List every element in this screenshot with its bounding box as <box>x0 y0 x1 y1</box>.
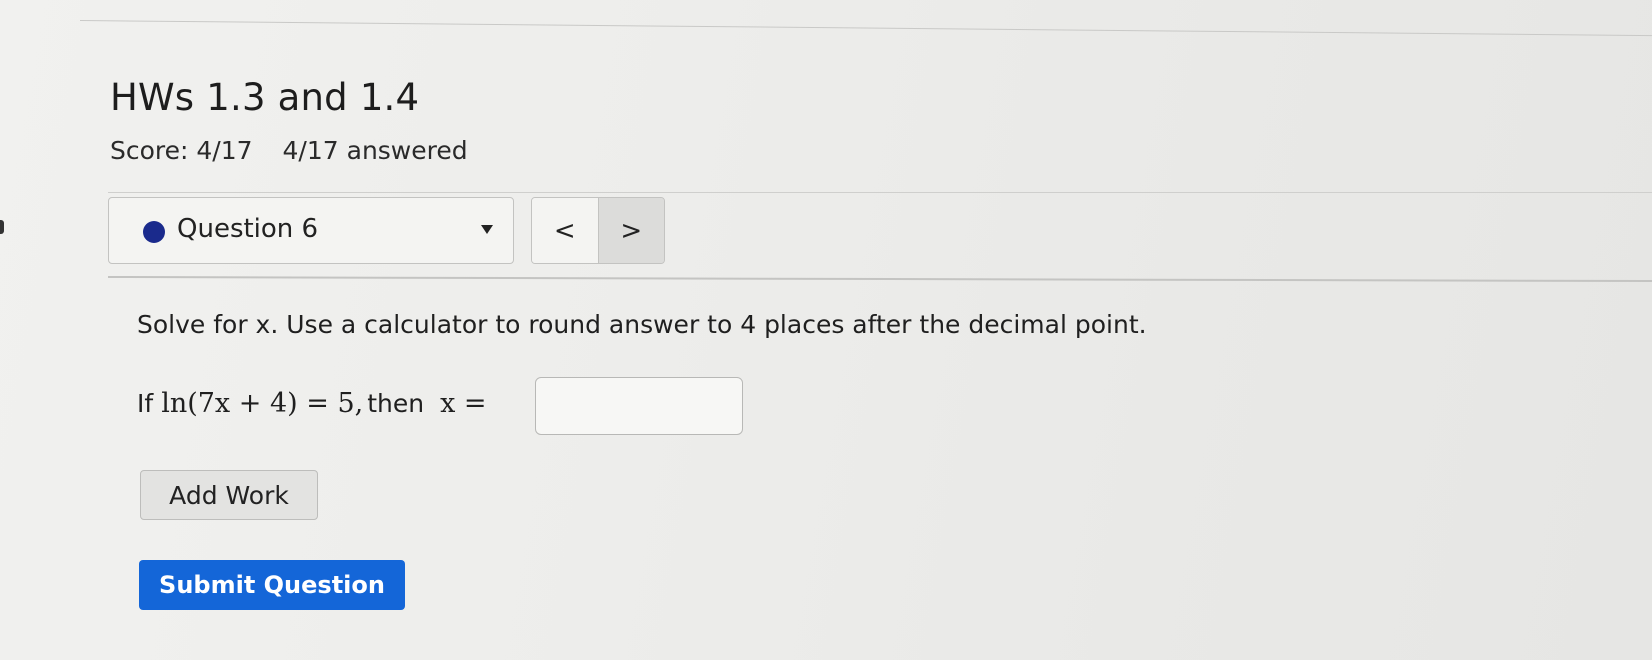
equation-math: ln(7x + 4) = 5, <box>161 388 364 419</box>
nav-divider-bottom <box>107 276 1652 283</box>
next-question-button[interactable]: > <box>598 198 664 263</box>
homework-page: HWs 1.3 and 1.4 Score: 4/17 4/17 answered… <box>0 0 1652 660</box>
chevron-left-icon: < <box>553 215 576 246</box>
nav-divider-top <box>108 192 1652 193</box>
question-pager: < > <box>531 197 665 264</box>
question-dropdown-label: Question 6 <box>177 214 319 244</box>
submit-question-button[interactable]: Submit Question <box>139 560 405 610</box>
score-summary: Score: 4/17 4/17 answered <box>110 136 468 165</box>
previous-question-button[interactable]: < <box>532 198 599 263</box>
add-work-button[interactable]: Add Work <box>140 470 318 520</box>
if-text: If <box>137 389 154 418</box>
then-text: then <box>367 389 425 418</box>
chevron-right-icon: > <box>620 215 643 246</box>
question-equation: If ln(7x + 4) = 5, then x = <box>137 388 491 419</box>
score-text: Score: 4/17 <box>110 136 253 165</box>
top-divider <box>79 20 1652 37</box>
answered-count: 4/17 answered <box>282 136 468 165</box>
answer-variable: x = <box>440 388 487 419</box>
question-status-dot-icon <box>143 221 165 243</box>
answer-input[interactable] <box>535 377 743 435</box>
left-edge-mark <box>0 220 4 234</box>
caret-down-icon <box>481 225 493 234</box>
question-prompt: Solve for x. Use a calculator to round a… <box>137 310 1147 339</box>
question-dropdown[interactable]: Question 6 <box>108 197 514 264</box>
assignment-title: HWs 1.3 and 1.4 <box>110 76 420 119</box>
